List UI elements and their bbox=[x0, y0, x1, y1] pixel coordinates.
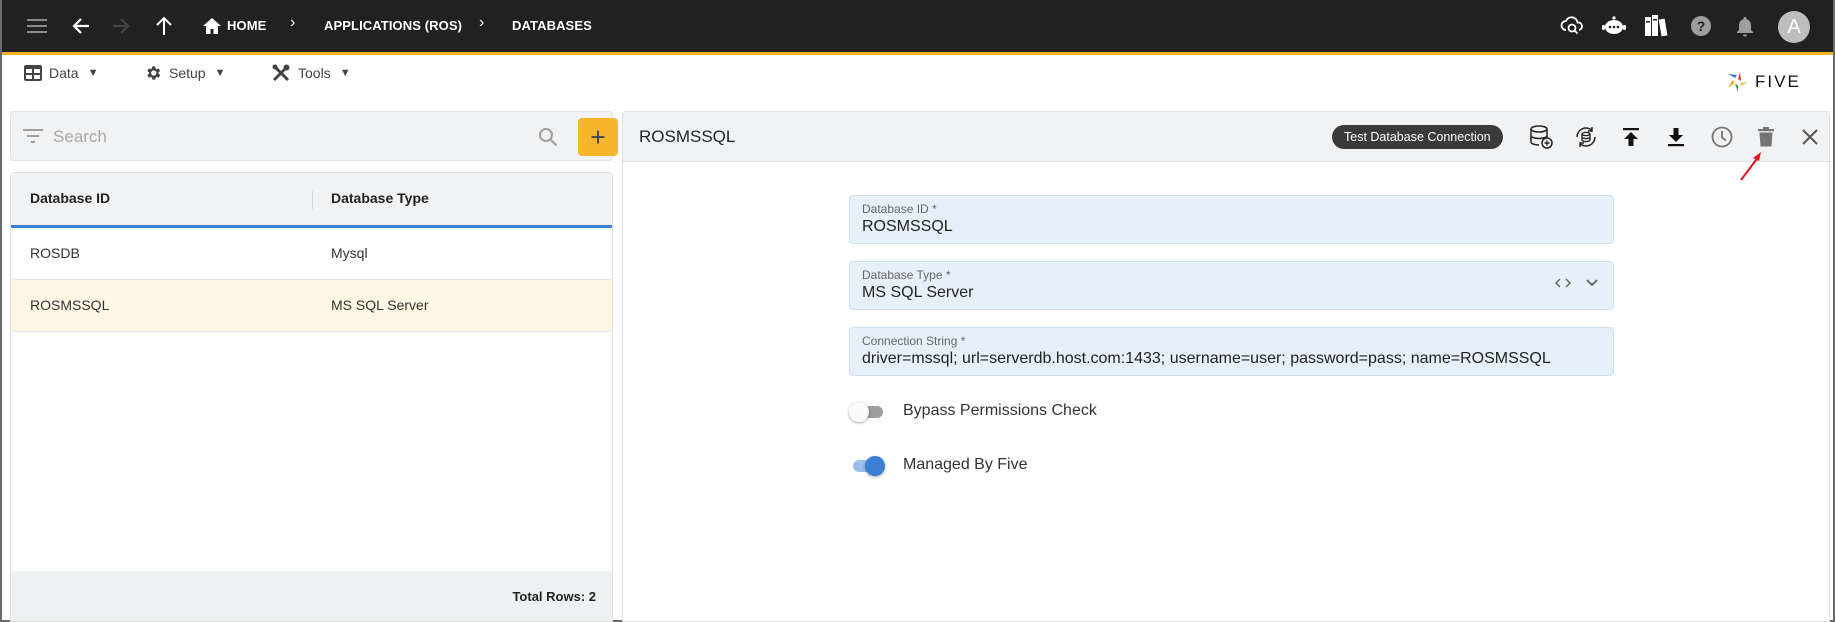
bypass-permissions-toggle[interactable] bbox=[849, 401, 885, 422]
database-type-select[interactable]: MS SQL Server bbox=[862, 284, 1582, 302]
chevron-down-icon[interactable] bbox=[1585, 277, 1599, 289]
database-type-field[interactable]: Database Type * MS SQL Server bbox=[849, 261, 1614, 310]
column-header-database-type[interactable]: Database Type bbox=[331, 190, 429, 206]
up-arrow-icon[interactable] bbox=[151, 13, 177, 39]
cell-database-id: ROSDB bbox=[30, 245, 80, 261]
forward-arrow-icon[interactable] bbox=[108, 13, 134, 39]
breadcrumb-applications[interactable]: APPLICATIONS (ROS) bbox=[324, 18, 462, 33]
home-icon[interactable] bbox=[199, 13, 225, 39]
history-icon[interactable] bbox=[1708, 123, 1736, 151]
breadcrumb-separator: › bbox=[290, 14, 296, 31]
databases-table: Database ID Database Type ROSDB Mysql RO… bbox=[10, 172, 613, 622]
gear-icon bbox=[147, 66, 161, 80]
database-id-label: Database ID * bbox=[862, 202, 937, 216]
cell-database-id: ROSMSSQL bbox=[30, 297, 110, 313]
breadcrumb-separator: › bbox=[479, 14, 485, 31]
detail-header: ROSMSSQL Test Database Connection bbox=[623, 112, 1829, 162]
menu-setup[interactable]: Setup ▼ bbox=[144, 62, 225, 84]
test-database-connection-button[interactable]: Test Database Connection bbox=[1332, 125, 1503, 149]
database-sync-icon[interactable] bbox=[1572, 123, 1600, 151]
detail-title: ROSMSSQL bbox=[639, 127, 736, 146]
menu-tools[interactable]: Tools ▼ bbox=[271, 62, 351, 84]
svg-text:?: ? bbox=[1697, 18, 1706, 34]
total-rows: Total Rows: 2 bbox=[512, 589, 596, 604]
table-row-selected[interactable]: ROSMSSQL MS SQL Server bbox=[11, 280, 612, 332]
upload-icon[interactable] bbox=[1617, 123, 1645, 151]
delete-icon[interactable] bbox=[1752, 123, 1780, 151]
search-bar: + bbox=[10, 111, 618, 161]
table-header: Database ID Database Type bbox=[11, 173, 612, 228]
five-logo: FIVE bbox=[1726, 70, 1801, 94]
toggle-knob bbox=[865, 456, 885, 476]
menu-setup-label: Setup bbox=[169, 65, 206, 81]
top-bar: HOME › APPLICATIONS (ROS) › DATABASES ? … bbox=[2, 0, 1833, 55]
search-icon[interactable] bbox=[538, 127, 558, 147]
notifications-bell-icon[interactable] bbox=[1732, 13, 1758, 39]
table-row[interactable]: ROSDB Mysql bbox=[11, 228, 612, 280]
table-icon bbox=[24, 65, 42, 81]
download-icon[interactable] bbox=[1662, 123, 1690, 151]
column-divider[interactable] bbox=[312, 191, 313, 209]
managed-by-five-toggle[interactable] bbox=[849, 455, 885, 476]
connection-string-input[interactable] bbox=[862, 350, 1582, 368]
code-icon[interactable] bbox=[1555, 277, 1571, 289]
breadcrumb-home[interactable]: HOME bbox=[227, 18, 266, 33]
database-type-actions bbox=[1555, 277, 1599, 289]
five-star-logo-icon bbox=[1728, 72, 1748, 92]
cloud-search-icon[interactable] bbox=[1559, 13, 1585, 39]
filter-icon[interactable] bbox=[23, 129, 43, 143]
detail-panel: ROSMSSQL Test Database Connection Databa… bbox=[622, 111, 1830, 622]
add-record-button[interactable]: + bbox=[578, 118, 618, 156]
caret-down-icon: ▼ bbox=[87, 67, 99, 79]
managed-by-five-label: Managed By Five bbox=[903, 456, 1028, 473]
caret-down-icon: ▼ bbox=[214, 67, 226, 79]
connection-string-label: Connection String * bbox=[862, 334, 966, 348]
annotation-arrow-icon bbox=[1740, 152, 1761, 181]
cell-database-type: Mysql bbox=[331, 245, 368, 261]
search-input[interactable] bbox=[53, 124, 533, 150]
breadcrumb-databases[interactable]: DATABASES bbox=[512, 18, 592, 33]
logo-text: FIVE bbox=[1755, 72, 1801, 91]
menu-icon[interactable] bbox=[24, 13, 50, 39]
managed-by-five-toggle-row: Managed By Five bbox=[849, 453, 1028, 477]
caret-down-icon: ▼ bbox=[339, 67, 351, 79]
toggle-knob bbox=[849, 402, 869, 422]
app-window: HOME › APPLICATIONS (ROS) › DATABASES ? … bbox=[0, 0, 1835, 622]
chatbot-icon[interactable] bbox=[1601, 13, 1627, 39]
tools-icon bbox=[272, 64, 290, 82]
table-footer: Total Rows: 2 bbox=[11, 571, 612, 621]
column-header-database-id[interactable]: Database ID bbox=[30, 190, 110, 206]
close-icon[interactable] bbox=[1796, 123, 1824, 151]
menu-data-label: Data bbox=[49, 65, 79, 81]
menu-tools-label: Tools bbox=[298, 65, 331, 81]
menu-data[interactable]: Data ▼ bbox=[24, 62, 98, 84]
connection-string-field[interactable]: Connection String * bbox=[849, 327, 1614, 376]
database-type-label: Database Type * bbox=[862, 268, 951, 282]
back-arrow-icon[interactable] bbox=[68, 13, 94, 39]
database-id-field[interactable]: Database ID * bbox=[849, 195, 1614, 244]
library-books-icon[interactable] bbox=[1643, 13, 1669, 39]
avatar[interactable]: A bbox=[1778, 11, 1810, 43]
help-icon[interactable]: ? bbox=[1688, 13, 1714, 39]
bypass-permissions-toggle-row: Bypass Permissions Check bbox=[849, 399, 1097, 423]
bypass-permissions-label: Bypass Permissions Check bbox=[903, 402, 1097, 419]
cell-database-type: MS SQL Server bbox=[331, 297, 429, 313]
database-add-icon[interactable] bbox=[1527, 123, 1555, 151]
database-id-input[interactable] bbox=[862, 218, 1582, 236]
